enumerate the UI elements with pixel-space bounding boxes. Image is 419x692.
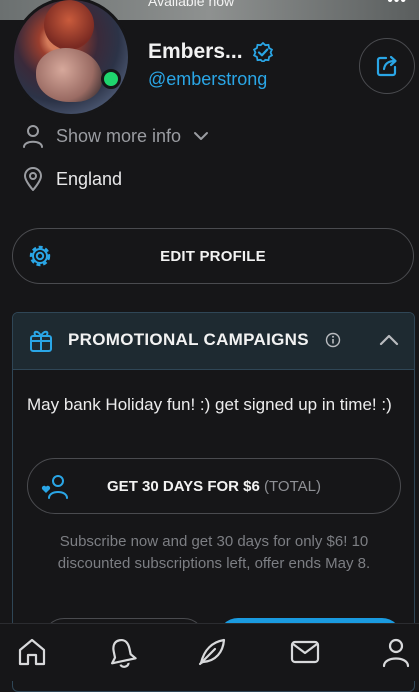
show-more-info-label: Show more info	[56, 125, 182, 146]
notifications-icon[interactable]	[106, 636, 138, 668]
offer-total-text: (TOTAL)	[264, 478, 321, 495]
promotional-campaigns-title: PROMOTIONAL CAMPAIGNS	[68, 330, 309, 349]
offer-main-text: GET 30 DAYS FOR $6	[107, 478, 260, 495]
bottom-tab-bar	[0, 623, 419, 681]
location-pin-icon	[23, 167, 43, 191]
show-more-info-toggle[interactable]: Show more info	[22, 124, 209, 148]
location-text: England	[56, 168, 123, 189]
avatar[interactable]	[11, 0, 131, 117]
subscribe-offer-button[interactable]: GET 30 DAYS FOR $6 (TOTAL)	[27, 458, 401, 514]
promotion-message: May bank Holiday fun! :) get signed up i…	[27, 395, 392, 414]
display-name: Embers...	[148, 40, 243, 63]
name-row: Embers...	[148, 40, 273, 64]
profile-icon[interactable]	[380, 636, 412, 668]
home-icon[interactable]	[16, 636, 48, 668]
offer-note: Subscribe now and get 30 days for only $…	[57, 533, 371, 572]
chevron-up-icon[interactable]	[379, 333, 399, 347]
location-row: England	[22, 167, 122, 191]
edit-profile-label: EDIT PROFILE	[160, 248, 266, 265]
messages-icon[interactable]	[289, 636, 321, 668]
online-status-dot	[101, 69, 121, 89]
promotional-campaigns-header[interactable]: PROMOTIONAL CAMPAIGNS	[13, 313, 414, 370]
gift-icon	[30, 330, 52, 352]
username[interactable]: @emberstrong	[148, 69, 267, 90]
more-options-icon[interactable]: •••	[387, 0, 407, 10]
offer-label: GET 30 DAYS FOR $6 (TOTAL)	[28, 478, 400, 495]
new-post-icon[interactable]	[196, 636, 228, 668]
cover-status-text: Available now	[148, 0, 235, 9]
user-icon	[23, 125, 43, 148]
share-button[interactable]	[359, 38, 415, 94]
share-icon	[376, 55, 397, 77]
info-icon[interactable]	[325, 332, 341, 348]
edit-profile-button[interactable]: EDIT PROFILE	[12, 228, 414, 284]
verified-icon	[252, 42, 273, 62]
chevron-down-icon	[194, 132, 209, 140]
